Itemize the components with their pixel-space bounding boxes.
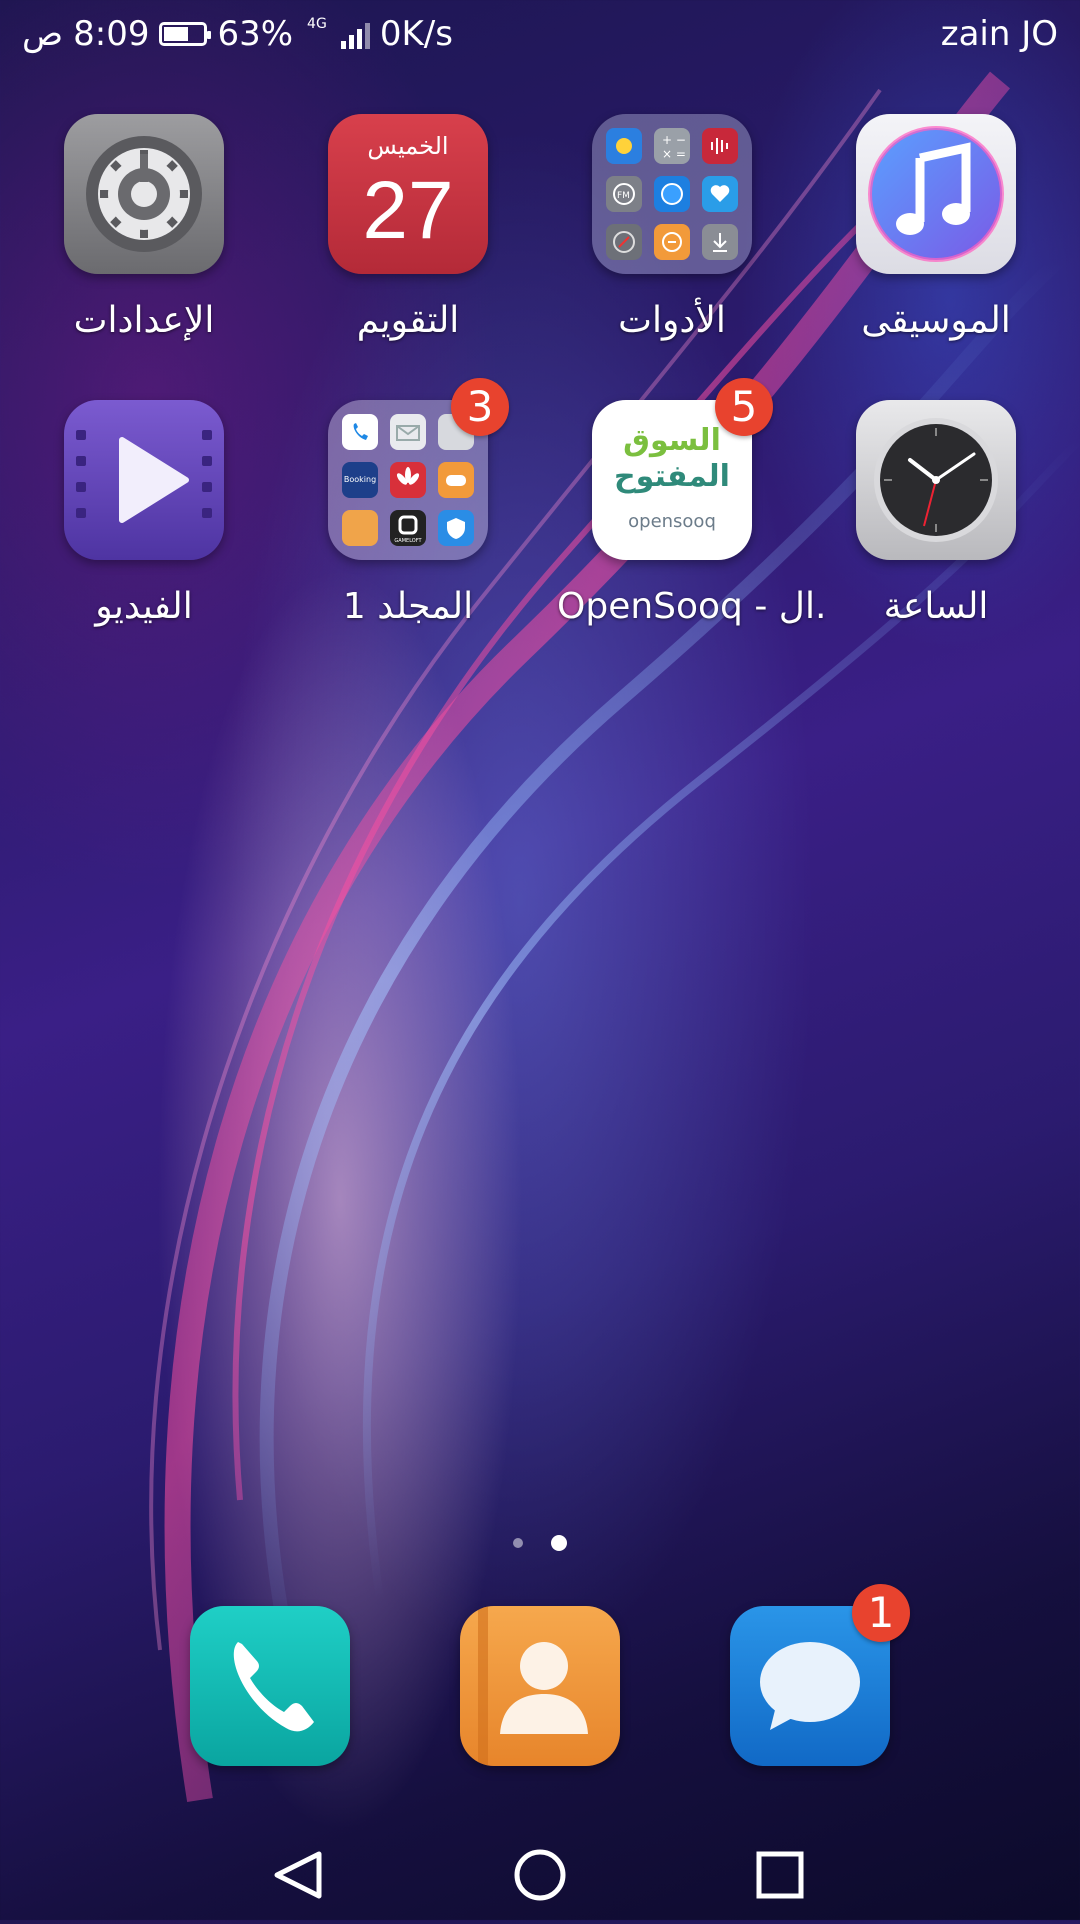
network-type: 4G bbox=[307, 16, 327, 32]
page-dot[interactable] bbox=[513, 1537, 524, 1548]
notification-badge: 3 bbox=[451, 378, 509, 436]
mirror-icon bbox=[654, 176, 690, 212]
folder-1[interactable]: 3 Booking GAMELOFT المجلد 1 bbox=[293, 378, 523, 627]
carrier-name: zain JO bbox=[940, 14, 1058, 54]
app-label: المجلد 1 bbox=[342, 586, 474, 627]
notification-badge: 1 bbox=[852, 1584, 910, 1642]
play-icon bbox=[64, 400, 224, 560]
recorder-icon bbox=[702, 128, 738, 164]
status-bar: ص 8:09 63% 4G 0K/s zain JO bbox=[0, 0, 1080, 74]
recents-icon[interactable] bbox=[735, 1830, 825, 1920]
app-label: التقويم bbox=[356, 300, 460, 341]
dock-messages[interactable]: 1 bbox=[730, 1584, 910, 1766]
back-icon[interactable] bbox=[255, 1830, 345, 1920]
app-label: الساعة bbox=[883, 586, 989, 627]
app-label: الموسيقى bbox=[861, 300, 1011, 341]
data-speed: 0K/s bbox=[379, 14, 453, 54]
app-calendar[interactable]: الخميس 27 التقويم bbox=[293, 114, 523, 341]
opensooq-logo-ar-2: المفتوح bbox=[614, 459, 730, 494]
app-music[interactable]: الموسيقى bbox=[821, 114, 1051, 341]
page-indicator[interactable] bbox=[0, 1532, 1080, 1551]
folder-tools[interactable]: + − × = FM الأدوات bbox=[557, 114, 787, 341]
fm-radio-icon: FM bbox=[606, 176, 642, 212]
booking-mini-label: Booking bbox=[343, 475, 377, 484]
gear-icon bbox=[64, 114, 224, 274]
svg-text:+ −: + − bbox=[662, 133, 686, 147]
huawei-mini-icon bbox=[390, 462, 426, 498]
app-label: OpenSooq - ال. bbox=[557, 586, 827, 627]
app-opensooq[interactable]: 5 السوق المفتوح opensooq OpenSooq - ال. bbox=[557, 378, 827, 627]
games-mini-icon bbox=[438, 462, 474, 498]
app-clock[interactable]: الساعة bbox=[821, 400, 1051, 627]
calculator-icon: + − × = bbox=[654, 128, 690, 164]
app-label: الأدوات bbox=[618, 300, 726, 341]
app-video[interactable]: الفيديو bbox=[29, 400, 259, 627]
signal-icon bbox=[340, 19, 370, 49]
email-mini-icon bbox=[390, 414, 426, 450]
contact-icon bbox=[460, 1606, 620, 1766]
security-mini-icon bbox=[438, 510, 474, 546]
svg-text:× =: × = bbox=[662, 147, 686, 161]
health-icon bbox=[702, 176, 738, 212]
navigation-bar bbox=[0, 1810, 1080, 1920]
music-note-icon bbox=[856, 114, 1016, 274]
battery-fill bbox=[164, 27, 189, 41]
calendar-day-name: الخميس bbox=[367, 132, 449, 160]
phone-icon bbox=[190, 1606, 350, 1766]
calendar-day-number: 27 bbox=[362, 165, 454, 256]
booking-mini-icon: Booking bbox=[342, 462, 378, 498]
download-icon bbox=[702, 224, 738, 260]
compass-icon bbox=[606, 224, 642, 260]
calendar-icon: الخميس 27 bbox=[328, 114, 488, 274]
time-period: ص bbox=[22, 14, 64, 54]
page-dot-active[interactable] bbox=[550, 1534, 567, 1551]
dock-contacts[interactable] bbox=[460, 1606, 620, 1766]
clock-icon bbox=[856, 400, 1016, 560]
status-left: ص 8:09 63% 4G 0K/s bbox=[22, 14, 453, 54]
files-mini-icon bbox=[342, 510, 378, 546]
battery-percent: 63% bbox=[217, 14, 294, 54]
home-icon[interactable] bbox=[495, 1830, 585, 1920]
dock-phone[interactable] bbox=[190, 1606, 350, 1766]
phone-mini-icon bbox=[342, 414, 378, 450]
gameloft-mini-icon: GAMELOFT bbox=[390, 510, 426, 546]
app-label: الإعدادات bbox=[73, 300, 215, 341]
app-settings[interactable]: الإعدادات bbox=[29, 114, 259, 341]
clock-time: 8:09 bbox=[73, 14, 150, 54]
tools-folder-icon: + − × = FM bbox=[592, 114, 752, 274]
battery-icon bbox=[159, 22, 212, 46]
svg-text:FM: FM bbox=[617, 191, 630, 201]
notification-badge: 5 bbox=[715, 378, 773, 436]
backup-icon bbox=[654, 224, 690, 260]
weather-icon bbox=[606, 128, 642, 164]
opensooq-logo-en: opensooq bbox=[628, 511, 716, 532]
gameloft-mini-label: GAMELOFT bbox=[394, 538, 422, 544]
app-label: الفيديو bbox=[95, 586, 193, 627]
